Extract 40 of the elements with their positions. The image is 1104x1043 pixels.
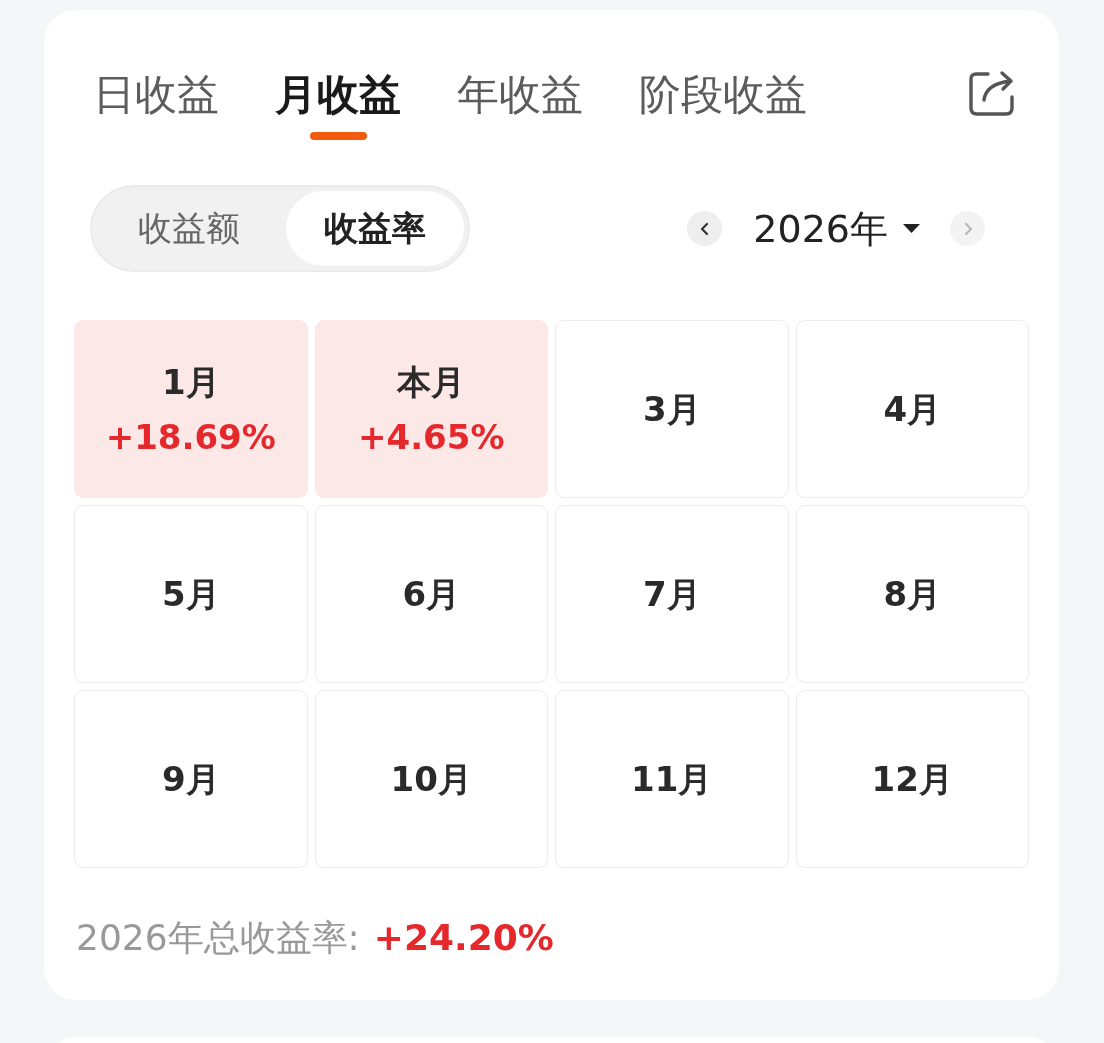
month-cell[interactable]: 10月 bbox=[314, 690, 548, 868]
month-cell[interactable]: 12月 bbox=[795, 690, 1029, 868]
tab[interactable]: 日收益 bbox=[93, 70, 219, 140]
year-picker[interactable]: 2026年 bbox=[753, 203, 920, 254]
month-cell[interactable]: 9月 bbox=[74, 690, 308, 868]
month-cell[interactable]: 6月 bbox=[314, 505, 548, 683]
month-cell[interactable]: 3月 bbox=[555, 320, 789, 498]
month-return: +18.69% bbox=[105, 415, 276, 459]
month-label: 本月 bbox=[397, 360, 466, 404]
month-label: 8月 bbox=[883, 573, 942, 616]
month-cell[interactable]: 8月 bbox=[795, 505, 1029, 683]
month-cell[interactable]: 1月 +18.69% bbox=[74, 320, 308, 498]
month-cell[interactable]: 11月 bbox=[555, 690, 789, 868]
month-label: 12月 bbox=[871, 758, 953, 801]
month-label: 5月 bbox=[161, 573, 220, 616]
month-label: 7月 bbox=[642, 573, 701, 616]
year-label: 2026年 bbox=[753, 205, 888, 253]
month-return: +4.65% bbox=[358, 415, 505, 459]
share-icon bbox=[968, 70, 1015, 117]
previous-year-button[interactable] bbox=[687, 211, 723, 246]
tab[interactable]: 阶段收益 bbox=[639, 70, 807, 140]
month-cell[interactable]: 4月 bbox=[795, 320, 1029, 498]
month-cell[interactable]: 本月 +4.65% bbox=[314, 320, 548, 498]
month-label: 10月 bbox=[390, 758, 472, 801]
caret-icon bbox=[903, 224, 920, 233]
share-button[interactable] bbox=[968, 70, 1015, 117]
month-label: 11月 bbox=[631, 758, 713, 801]
tab[interactable]: 月收益 bbox=[275, 70, 401, 140]
total-return-label: 2026年总收益率: bbox=[76, 916, 360, 960]
mode-option[interactable]: 收益率 bbox=[286, 191, 464, 266]
month-cell[interactable]: 7月 bbox=[555, 505, 789, 683]
month-label: 9月 bbox=[161, 758, 220, 801]
month-cell[interactable]: 5月 bbox=[74, 505, 308, 683]
month-label: 1月 bbox=[161, 360, 220, 404]
total-return-value: +24.20% bbox=[373, 916, 554, 960]
month-label: 3月 bbox=[642, 388, 701, 431]
month-label: 6月 bbox=[402, 573, 461, 616]
month-label: 4月 bbox=[883, 388, 942, 431]
mode-option[interactable]: 收益额 bbox=[92, 191, 286, 266]
tab[interactable]: 年收益 bbox=[457, 70, 583, 140]
